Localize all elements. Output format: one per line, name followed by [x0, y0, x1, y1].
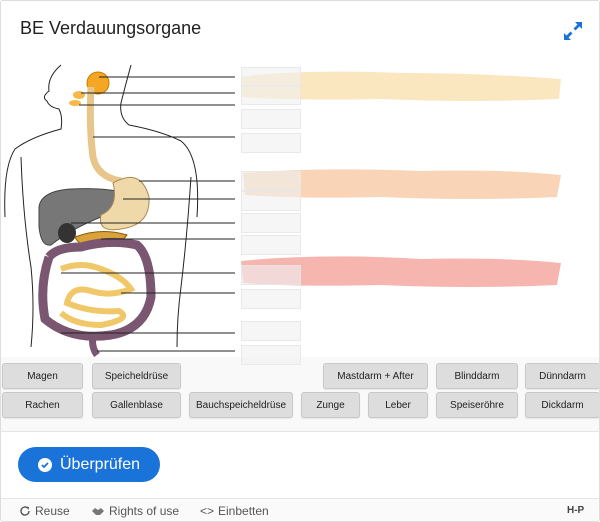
draggable-leber[interactable]: Leber [368, 392, 428, 418]
title-bar: BE Verdauungsorgane [1, 1, 599, 57]
check-button[interactable]: Überprüfen [18, 447, 160, 482]
draggable-zunge[interactable]: Zunge [301, 392, 360, 418]
page-title: BE Verdauungsorgane [20, 18, 202, 38]
drop-zone[interactable] [241, 133, 301, 153]
code-icon: <> [200, 504, 215, 518]
reuse-label: Reuse [35, 504, 70, 518]
drop-zone[interactable] [241, 321, 301, 341]
drop-zone[interactable] [241, 67, 301, 87]
check-circle-icon [38, 457, 52, 472]
rights-of-use-button[interactable]: Rights of use [91, 504, 179, 518]
footer-bar: Reuse Rights of use <> Einbetten H-P [1, 498, 599, 521]
draggable-gallenblase[interactable]: Gallenblase [92, 392, 181, 418]
drop-zone[interactable] [241, 213, 301, 233]
drop-zone[interactable] [241, 171, 301, 191]
drop-zone[interactable] [241, 289, 301, 309]
drop-zone[interactable] [241, 235, 301, 255]
separator [1, 431, 599, 432]
check-button-label: Überprüfen [60, 455, 141, 473]
refresh-icon [20, 506, 30, 516]
embed-button[interactable]: <> Einbetten [200, 504, 269, 518]
embed-label: Einbetten [218, 504, 269, 518]
draggable-blinddarm[interactable]: Blinddarm [436, 363, 518, 389]
reuse-button[interactable]: Reuse [19, 504, 70, 518]
fullscreen-button[interactable] [561, 19, 585, 43]
rights-label: Rights of use [109, 504, 180, 518]
draggable-duenndarm[interactable]: Dünndarm [525, 363, 599, 389]
draggable-mastdarm-after[interactable]: Mastdarm + After [323, 363, 428, 389]
h5p-container: BE Verdauungsorgane Magen Speicheldrüse … [0, 0, 600, 522]
draggable-speiseroehre[interactable]: Speiseröhre [436, 392, 518, 418]
draggable-magen[interactable]: Magen [2, 363, 83, 389]
drop-zone[interactable] [241, 109, 301, 129]
draggable-bauchspeicheldruese[interactable]: Bauchspeicheldrüse [189, 392, 293, 418]
handshake-icon [92, 508, 104, 515]
draggable-dickdarm[interactable]: Dickdarm [525, 392, 599, 418]
drop-zone[interactable] [241, 191, 301, 211]
drop-zone[interactable] [241, 345, 301, 365]
drop-zone[interactable] [241, 265, 301, 285]
drop-zone[interactable] [241, 85, 301, 105]
draggable-rachen[interactable]: Rachen [2, 392, 83, 418]
h5p-logo[interactable]: H-P [567, 505, 584, 516]
expand-icon [564, 22, 582, 40]
draggable-speicheldruese[interactable]: Speicheldrüse [92, 363, 181, 389]
